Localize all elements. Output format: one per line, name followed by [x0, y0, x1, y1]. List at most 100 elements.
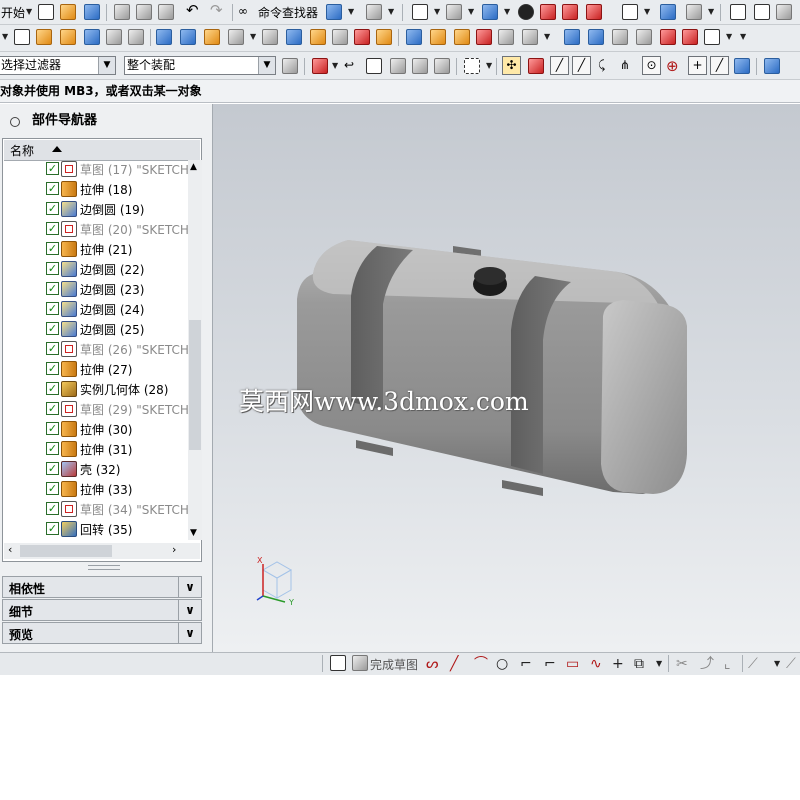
visibility-checkbox[interactable]: ✓ — [46, 302, 59, 315]
select-curve-icon[interactable] — [434, 58, 450, 74]
chevron-down-icon[interactable]: ∨ — [178, 600, 201, 620]
assembly-scope-dropdown[interactable]: 整个装配 ▼ — [124, 56, 276, 75]
visibility-checkbox[interactable]: ✓ — [46, 182, 59, 195]
scroll-down-icon[interactable]: ▼ — [190, 528, 197, 538]
extrude-icon[interactable] — [36, 29, 52, 45]
trim-body-icon[interactable] — [564, 29, 580, 45]
snap-midpoint-icon[interactable]: ╱ — [572, 56, 591, 75]
tree-node[interactable]: ✓ 边倒圆 (19) — [3, 199, 189, 219]
offset-face-icon[interactable] — [376, 29, 392, 45]
tree-node[interactable]: ✓ 边倒圆 (24) — [3, 299, 189, 319]
point-icon[interactable]: + — [612, 656, 624, 672]
mirror-icon[interactable] — [522, 29, 538, 45]
snap-existing-point-icon[interactable]: + — [688, 56, 707, 75]
open-folder-icon[interactable] — [60, 4, 76, 20]
chevron-down-icon[interactable]: ▼ — [726, 32, 732, 41]
derived-line-icon[interactable]: ⟋ — [748, 656, 758, 672]
rectangle-select-icon[interactable] — [464, 58, 480, 74]
solid-body-icon[interactable] — [764, 58, 780, 74]
snap-quadrant-icon[interactable]: ⊕ — [666, 57, 679, 75]
scrollbar-thumb[interactable] — [20, 545, 112, 557]
tree-node[interactable]: ✓ 拉伸 (30) — [3, 419, 189, 439]
undo-icon[interactable]: ↶ — [186, 1, 199, 19]
extract-geometry-icon[interactable] — [682, 29, 698, 45]
deselect-icon[interactable] — [366, 58, 382, 74]
tree-horizontal-scrollbar[interactable]: ‹ › — [4, 543, 200, 559]
save-icon[interactable] — [84, 4, 100, 20]
select-tangent-icon[interactable] — [412, 58, 428, 74]
tree-node[interactable]: ✓ 草图 (26) "SKETCH_ — [3, 339, 195, 359]
wcs-triad[interactable] — [256, 561, 293, 603]
snap-tangent-icon[interactable]: ⤹ — [598, 58, 605, 73]
tree-node[interactable]: ✓ 草图 (20) "SKETCH_ — [3, 219, 195, 239]
chevron-down-icon[interactable]: ▼ — [544, 32, 550, 41]
chevron-down-icon[interactable]: ▼ — [250, 32, 256, 41]
copy-icon[interactable] — [136, 4, 152, 20]
tree-node[interactable]: ✓ 回转 (35) — [3, 519, 189, 539]
cut-icon[interactable] — [114, 4, 130, 20]
fillet-icon[interactable]: ⌐ — [520, 656, 532, 672]
show-icon[interactable] — [562, 4, 578, 20]
orient-view-icon[interactable] — [446, 4, 462, 20]
chevron-down-icon[interactable]: ▼ — [504, 7, 510, 16]
start-menu-button[interactable]: 开始 — [1, 4, 25, 21]
snap-center-icon[interactable]: ⊙ — [642, 56, 661, 75]
edge-blend-icon[interactable] — [406, 29, 422, 45]
boss-icon[interactable] — [262, 29, 278, 45]
shell-icon[interactable] — [454, 29, 470, 45]
visibility-checkbox[interactable]: ✓ — [46, 262, 59, 275]
fit-view-icon[interactable] — [412, 4, 428, 20]
tree-node[interactable]: ✓ 实例几何体 (28) — [3, 379, 189, 399]
select-connected-icon[interactable] — [390, 58, 406, 74]
chevron-down-icon[interactable]: ▼ — [388, 7, 394, 16]
chamfer-sketch-icon[interactable]: ⌐ — [544, 656, 556, 672]
pattern-icon[interactable] — [498, 29, 514, 45]
column-name-header[interactable]: 名称 — [10, 142, 34, 159]
shaded-cube-icon[interactable] — [482, 4, 498, 20]
help-icon[interactable] — [776, 4, 792, 20]
tree-node[interactable]: ✓ 边倒圆 (25) — [3, 319, 189, 339]
sketch-icon[interactable] — [330, 655, 346, 671]
tree-vertical-scrollbar[interactable]: ▲ ▼ — [188, 160, 202, 540]
select-all-icon[interactable] — [312, 58, 328, 74]
pad-icon[interactable] — [310, 29, 326, 45]
quick-trim-icon[interactable]: ✂ — [676, 656, 688, 672]
chevron-down-icon[interactable]: ∨ — [178, 623, 201, 643]
subtract-icon[interactable] — [180, 29, 196, 45]
fuel-tank-model[interactable] — [213, 104, 800, 652]
polygon-icon[interactable]: ∿ — [590, 656, 602, 672]
hole-icon[interactable] — [228, 29, 244, 45]
unite-icon[interactable] — [156, 29, 172, 45]
tree-node[interactable]: ✓ 边倒圆 (22) — [3, 259, 189, 279]
touch-mode-icon[interactable] — [366, 4, 382, 20]
undo-selection-icon[interactable]: ↩ — [344, 58, 354, 72]
view-cube-icon[interactable] — [326, 4, 342, 20]
draft-icon[interactable] — [476, 29, 492, 45]
visibility-checkbox[interactable]: ✓ — [46, 422, 59, 435]
tree-node[interactable]: ✓ 拉伸 (18) — [3, 179, 189, 199]
chevron-down-icon[interactable]: ▼ — [468, 7, 474, 16]
section-details[interactable]: 细节 ∨ — [2, 599, 202, 621]
cylinder-icon[interactable] — [106, 29, 122, 45]
tree-node[interactable]: ✓ 草图 (17) "SKETCH_ — [3, 159, 195, 179]
snap-on-surface-icon[interactable] — [734, 58, 750, 74]
tree-node[interactable]: ✓ 拉伸 (31) — [3, 439, 189, 459]
pocket-icon[interactable] — [286, 29, 302, 45]
constraint-icon[interactable]: ⟋ — [786, 656, 796, 672]
snap-toggle-icon[interactable]: ✣ — [502, 56, 521, 75]
scale-body-icon[interactable] — [704, 29, 720, 45]
sort-ascending-icon[interactable] — [52, 146, 62, 152]
circle-icon[interactable]: ○ — [496, 656, 508, 672]
block-icon[interactable] — [84, 29, 100, 45]
chevron-down-icon[interactable]: ▼ — [708, 7, 714, 16]
rectangle-icon[interactable]: ▭ — [566, 656, 579, 672]
visibility-checkbox[interactable]: ✓ — [46, 342, 59, 355]
wcs-icon[interactable] — [660, 4, 676, 20]
visibility-checkbox[interactable]: ✓ — [46, 162, 59, 175]
line-icon[interactable]: ╱ — [450, 656, 458, 672]
chevron-down-icon[interactable]: ▼ — [644, 7, 650, 16]
emboss-icon[interactable] — [354, 29, 370, 45]
intersect-icon[interactable] — [204, 29, 220, 45]
patch-icon[interactable] — [636, 29, 652, 45]
graphics-viewport[interactable]: X Y 莫西网www.3dmox.com — [213, 104, 800, 652]
